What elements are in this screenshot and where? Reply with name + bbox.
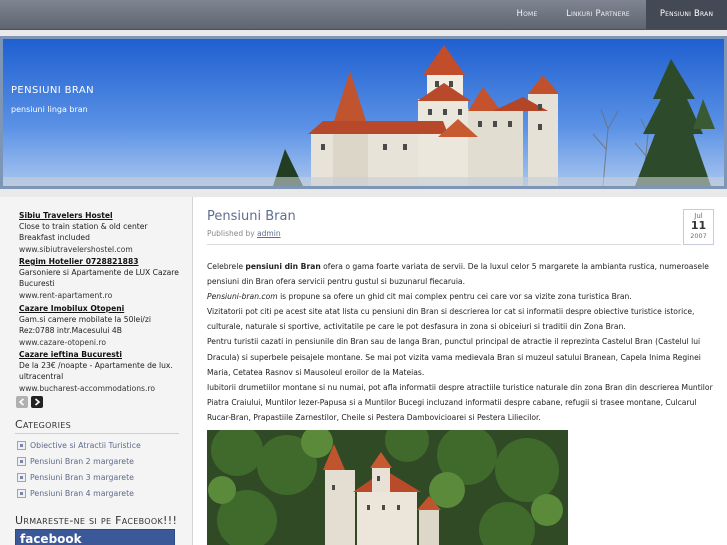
sponsored-ad[interactable]: Regim Hotelier 0728821883 Garsoniere si … — [19, 256, 185, 301]
sponsored-ad[interactable]: Sibiu Travelers Hostel Close to train st… — [19, 210, 185, 255]
site-title[interactable]: PENSIUNI BRAN — [11, 85, 94, 96]
top-navigation: Home Linkuri Partnere Pensiuni Bran — [0, 0, 727, 30]
nav-pensiuni-bran[interactable]: Pensiuni Bran — [646, 0, 727, 29]
sponsored-ad[interactable]: Cazare ieftina Bucuresti De la 23€ /noap… — [19, 349, 185, 394]
nav-home[interactable]: Home — [506, 0, 548, 29]
divider — [15, 433, 179, 434]
chevron-left-icon — [18, 398, 25, 406]
ad-text: Gam.si camere mobilate la 50lei/zi Rez:0… — [19, 315, 151, 336]
site-header: PENSIUNI BRAN pensiuni linga bran — [0, 36, 727, 189]
category-link[interactable]: Pensiuni Bran 2 margarete — [17, 454, 182, 470]
ads-prev-button[interactable] — [16, 396, 28, 408]
categories-heading: Categories — [15, 418, 72, 431]
category-link[interactable]: Pensiuni Bran 4 margarete — [17, 486, 182, 502]
text: Pentru turistii cazati in pensiunile din… — [207, 337, 701, 377]
ad-url[interactable]: www.rent-apartament.ro — [19, 290, 185, 301]
bullet-icon — [17, 440, 26, 450]
ad-title[interactable]: Cazare ieftina Bucuresti — [19, 349, 185, 360]
text: Iubitorii drumetiilor montane si nu numa… — [207, 382, 713, 422]
ad-title[interactable]: Sibiu Travelers Hostel — [19, 210, 185, 221]
category-label: Obiective si Atractii Turistice — [30, 441, 141, 450]
ad-text: De la 23€ /noapte - Apartamente de lux. … — [19, 361, 173, 382]
date-day: 11 — [690, 219, 707, 232]
ad-title[interactable]: Regim Hotelier 0728821883 — [19, 256, 185, 267]
divider — [207, 244, 681, 245]
sponsored-ad[interactable]: Cazare Imobilux Otopeni Gam.si camere mo… — [19, 303, 185, 348]
ad-url[interactable]: www.sibiutravelershostel.com — [19, 244, 185, 255]
category-link[interactable]: Pensiuni Bran 3 margarete — [17, 470, 182, 486]
text: is propune sa ofere un ghid cit mai comp… — [277, 292, 632, 302]
ads-next-button[interactable] — [31, 396, 43, 408]
date-year: 2007 — [690, 232, 707, 240]
post-date: Jul 11 2007 — [683, 209, 714, 245]
post-body: Celebrele pensiuni din Bran ofera o gama… — [207, 259, 714, 425]
paragraph: Iubitorii drumetiilor montane si nu numa… — [207, 380, 714, 425]
ad-url[interactable]: www.cazare-otopeni.ro — [19, 337, 185, 348]
bullet-icon — [17, 456, 26, 466]
paragraph: Vizitatorii pot citi pe acest site atat … — [207, 304, 714, 334]
bold-text: pensiuni din Bran — [245, 262, 321, 271]
author-link[interactable]: admin — [257, 229, 281, 238]
text: Celebrele — [207, 262, 246, 271]
category-label: Pensiuni Bran 3 margarete — [30, 473, 134, 482]
ad-text: Garsoniere si Apartamente de LUX Cazare … — [19, 268, 179, 289]
paragraph: Pentru turistii cazati in pensiunile din… — [207, 334, 714, 379]
paragraph: Pensiuni-bran.com is propune sa ofere un… — [207, 289, 714, 304]
ad-title[interactable]: Cazare Imobilux Otopeni — [19, 303, 185, 314]
main-content: Pensiuni Bran Published by admin Jul 11 … — [193, 197, 727, 545]
category-label: Pensiuni Bran 4 margarete — [30, 489, 134, 498]
header-castle-image — [3, 39, 724, 186]
site-tagline: pensiuni linga bran — [11, 105, 88, 114]
category-label: Pensiuni Bran 2 margarete — [30, 457, 134, 466]
bullet-icon — [17, 472, 26, 482]
text: Vizitatorii pot citi pe acest site atat … — [207, 307, 695, 332]
facebook-logo: facebook — [20, 532, 82, 545]
ad-text: Close to train station & old center Brea… — [19, 222, 148, 243]
castle-photo — [207, 430, 568, 545]
meta-prefix: Published by — [207, 229, 258, 238]
post-title[interactable]: Pensiuni Bran — [207, 209, 296, 224]
post-meta: Published by admin — [207, 229, 281, 238]
nav-linkuri-partnere[interactable]: Linkuri Partnere — [555, 0, 641, 29]
paragraph: Celebrele pensiuni din Bran ofera o gama… — [207, 259, 714, 289]
italic-text: Pensiuni-bran.com — [207, 292, 278, 302]
category-link[interactable]: Obiective si Atractii Turistice — [17, 438, 182, 454]
facebook-widget[interactable]: facebook — [15, 529, 175, 545]
bullet-icon — [17, 488, 26, 498]
ad-url[interactable]: www.bucharest-accommodations.ro — [19, 383, 185, 394]
chevron-right-icon — [34, 398, 41, 406]
facebook-heading: Urmareste-ne si pe Facebook!!! — [15, 514, 178, 527]
